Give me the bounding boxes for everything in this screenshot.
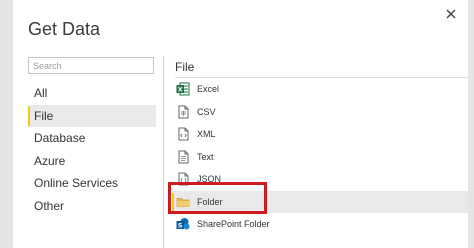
svg-text:X: X [178, 86, 183, 94]
source-label: JSON [197, 174, 222, 185]
category-label: All [34, 86, 48, 100]
category-file[interactable]: File [28, 104, 156, 127]
section-title: File [175, 60, 195, 74]
category-label: Database [34, 131, 86, 145]
source-item-xml[interactable]: XML [172, 123, 468, 146]
close-icon[interactable] [443, 6, 459, 22]
category-azure[interactable]: Azure [28, 150, 156, 173]
category-online-services[interactable]: Online Services [28, 172, 156, 195]
source-item-json[interactable]: JSON [172, 168, 468, 191]
sharepoint-icon: S [176, 217, 190, 231]
source-item-folder[interactable]: Folder [172, 190, 468, 213]
category-label: Other [34, 198, 65, 213]
category-label: Online Services [34, 176, 119, 190]
source-label: Excel [197, 84, 220, 95]
category-label: File [34, 108, 54, 123]
pane-divider [163, 56, 164, 248]
source-list: X Excel CSV XML Text JSON Folder S Share… [172, 78, 468, 236]
source-item-csv[interactable]: CSV [172, 101, 468, 124]
search-input[interactable] [33, 61, 143, 71]
category-other[interactable]: Other [28, 195, 156, 218]
svg-text:S: S [178, 222, 183, 230]
category-all[interactable]: All [28, 82, 156, 105]
source-item-sharepoint-folder[interactable]: S SharePoint Folder [172, 213, 468, 236]
xml-file-icon [176, 127, 190, 141]
source-item-text[interactable]: Text [172, 146, 468, 169]
folder-icon [176, 195, 190, 209]
source-label: Text [197, 151, 214, 162]
excel-icon: X [176, 82, 190, 96]
dialog-title: Get Data [28, 19, 101, 39]
get-data-dialog: Get Data All File Database Azure Online … [13, 0, 468, 248]
text-file-icon [176, 150, 190, 164]
search-box[interactable] [28, 57, 154, 74]
category-label: Azure [34, 153, 66, 168]
source-label: XML [197, 129, 216, 140]
source-item-excel[interactable]: X Excel [172, 78, 468, 101]
category-database[interactable]: Database [28, 127, 156, 150]
json-file-icon [176, 172, 190, 186]
csv-file-icon [176, 105, 190, 119]
source-label: CSV [197, 106, 216, 117]
source-label: Folder [197, 196, 223, 207]
category-list: All File Database Azure Online Services … [28, 82, 156, 217]
source-label: SharePoint Folder [197, 219, 270, 230]
